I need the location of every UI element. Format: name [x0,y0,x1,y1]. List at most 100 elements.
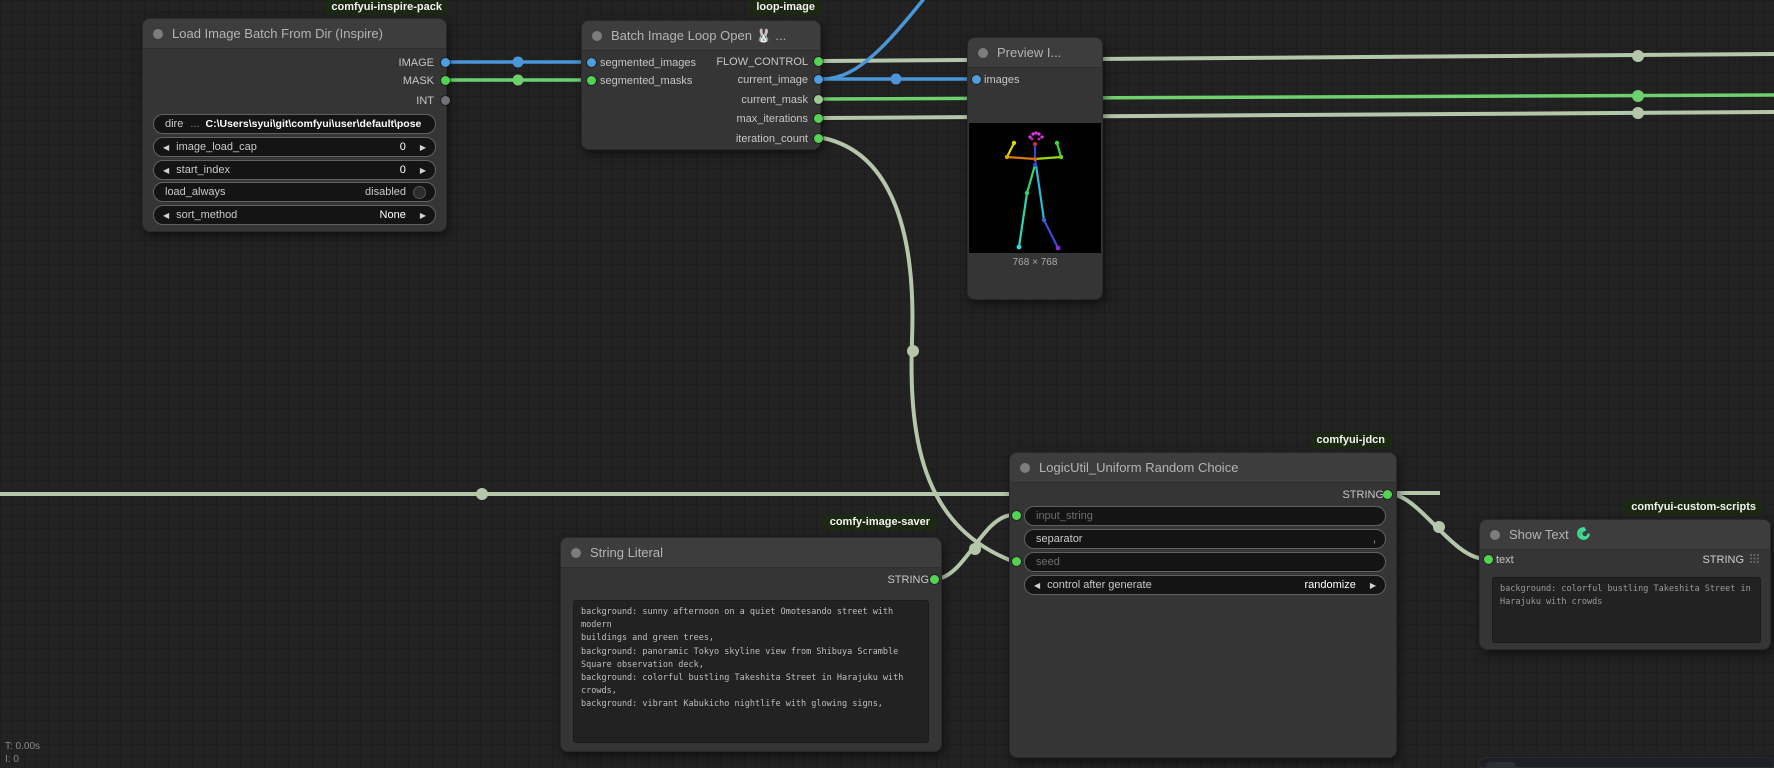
node-load-image-batch[interactable]: Load Image Batch From Dir (Inspire) IMAG… [142,18,447,232]
slot-dot[interactable] [972,75,981,84]
widget-directory[interactable]: dire ... C:\Users\syui\git\comfyui\user\… [153,114,436,134]
input-dot-seed[interactable] [1012,557,1021,566]
badge-comfyui-custom-scripts: comfyui-custom-scripts [1624,500,1763,515]
widget-label: separator [1036,533,1082,545]
slot-dot[interactable] [930,575,939,584]
widget-sort-method[interactable]: ◀ sort_method None ▶ [153,205,436,225]
node-titlebar[interactable]: Load Image Batch From Dir (Inspire) [143,19,446,49]
slot-dot[interactable] [814,95,823,104]
input-slot-segmented-masks[interactable]: segmented_masks [600,73,692,89]
status-iteration: I: 0 [5,753,40,766]
output-slot-string: STRING [1702,552,1760,568]
widget-seed[interactable]: seed [1024,552,1386,572]
image-dimensions-caption: 768 × 768 [968,257,1102,268]
status-time: T: 0.00s [5,740,40,753]
widget-value: , [1373,533,1376,545]
collapse-dot-icon[interactable] [978,48,988,58]
output-slot-string[interactable]: STRING [1342,487,1384,503]
grid-handle-icon[interactable] [1749,553,1760,567]
output-slot-int[interactable]: INT [416,93,434,109]
string-literal-textarea[interactable]: background: sunny afternoon on a quiet O… [573,600,929,743]
slot-dot[interactable] [814,57,823,66]
node-partial-bottom-right[interactable] [1478,757,1774,768]
show-text-textarea[interactable]: background: colorful bustling Takeshita … [1492,577,1761,643]
widget-input-string[interactable]: input_string [1024,506,1386,526]
pysssss-swirl-icon [1576,526,1591,544]
output-slot-string[interactable]: STRING [887,572,929,588]
collapse-dot-icon[interactable] [153,29,163,39]
slot-dot-mask[interactable] [441,76,450,85]
reroute-dot [907,345,919,357]
widget-value: 0 [400,164,406,176]
widget-load-always[interactable]: load_always disabled [153,182,436,202]
output-slot-flow-control[interactable]: FLOW_CONTROL [716,54,808,70]
wire-logic-to-show-text [1389,494,1487,559]
wire-flow-control [823,54,1774,61]
node-preview-image[interactable]: Preview I... images [967,37,1103,300]
decrement-arrow-icon[interactable]: ◀ [163,166,169,175]
slot-dot[interactable] [814,75,823,84]
slot-label: STRING [1342,489,1384,501]
output-slot-current-mask[interactable]: current_mask [741,92,808,108]
output-slot-image[interactable]: IMAGE [399,55,434,71]
node-titlebar[interactable]: LogicUtil_Uniform Random Choice [1010,453,1396,483]
output-slot-iteration-count[interactable]: iteration_count [736,131,808,147]
badge-comfyui-jdcn: comfyui-jdcn [1310,433,1392,448]
widget-label: seed [1036,556,1060,568]
input-slot-segmented-images[interactable]: segmented_images [600,55,696,71]
node-logicutil-random-choice[interactable]: LogicUtil_Uniform Random Choice STRING i… [1009,452,1397,758]
slot-dot[interactable] [814,114,823,123]
pose-preview-image[interactable] [969,123,1101,253]
reroute-dot [513,75,524,86]
increment-arrow-icon[interactable]: ▶ [420,143,426,152]
slot-dot[interactable] [587,58,596,67]
node-title: Load Image Batch From Dir (Inspire) [172,26,383,41]
collapse-dot-icon[interactable] [571,548,581,558]
output-slot-current-image[interactable]: current_image [738,72,808,88]
widget-value: disabled [365,186,406,198]
node-batch-image-loop[interactable]: Batch Image Loop Open 🐰 ... segmented_im… [581,20,821,150]
slot-label: STRING [1702,554,1744,566]
node-titlebar[interactable]: Preview I... [968,38,1102,68]
slot-dot[interactable] [587,76,596,85]
slot-label: INT [416,95,434,107]
node-show-text[interactable]: Show Text text STRING background: colorf… [1479,519,1771,650]
slot-dot-image[interactable] [441,58,450,67]
increment-arrow-icon[interactable]: ▶ [420,211,426,220]
slot-dot[interactable] [1383,490,1392,499]
widget-value: C:\Users\syui\git\comfyui\user\default\p… [206,118,422,130]
decrement-arrow-icon[interactable]: ◀ [163,143,169,152]
widget-control-after-generate[interactable]: ◀ control after generate randomize ▶ [1024,575,1386,595]
node-titlebar[interactable]: Batch Image Loop Open 🐰 ... [582,21,820,51]
slot-dot[interactable] [1484,555,1493,564]
decrement-arrow-icon[interactable]: ◀ [1034,581,1040,590]
decrement-arrow-icon[interactable]: ◀ [163,211,169,220]
widget-separator[interactable]: separator , [1024,529,1386,549]
widget-start-index[interactable]: ◀ start_index 0 ▶ [153,160,436,180]
increment-arrow-icon[interactable]: ▶ [420,166,426,175]
slot-label: current_image [738,74,808,86]
slot-label: MASK [403,75,434,87]
node-titlebar[interactable]: Show Text [1480,520,1770,550]
wire-current-image-offscreen [823,0,935,79]
widget-value: randomize [1304,579,1355,591]
badge-comfyui-inspire-pack: comfyui-inspire-pack [324,0,449,15]
output-slot-max-iterations[interactable]: max_iterations [736,111,808,127]
collapse-dot-icon[interactable] [1020,463,1030,473]
node-title: LogicUtil_Uniform Random Choice [1039,460,1238,475]
input-slot-images[interactable]: images [984,72,1019,88]
collapse-dot-icon[interactable] [1490,530,1500,540]
node-string-literal[interactable]: String Literal STRING background: sunny … [560,537,942,752]
input-dot-input-string[interactable] [1012,511,1021,520]
increment-arrow-icon[interactable]: ▶ [1370,581,1376,590]
node-titlebar[interactable]: String Literal [561,538,941,568]
collapse-dot-icon[interactable] [592,31,602,41]
slot-dot-int[interactable] [441,96,450,105]
toggle-icon[interactable] [413,186,426,199]
widget-image-load-cap[interactable]: ◀ image_load_cap 0 ▶ [153,137,436,157]
slot-dot[interactable] [814,134,823,143]
reroute-dot [1632,90,1644,102]
output-slot-mask[interactable]: MASK [403,73,434,89]
comfyui-canvas[interactable]: { "status": { "time": "T: 0.00s", "itera… [0,0,1774,768]
input-slot-text[interactable]: text [1496,552,1514,568]
